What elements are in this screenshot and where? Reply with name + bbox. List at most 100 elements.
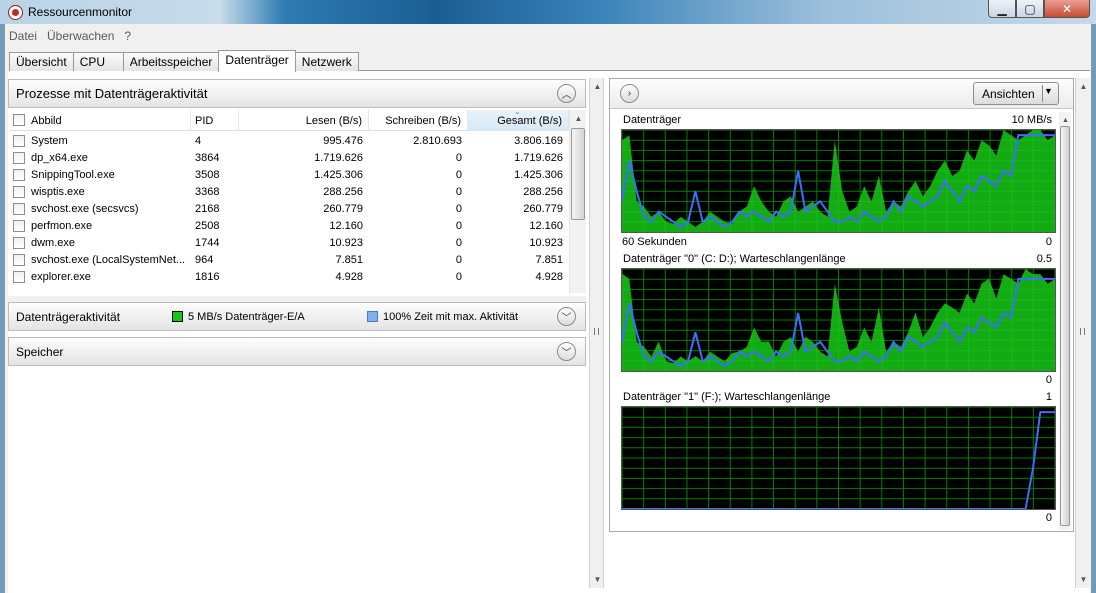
table-row[interactable]: wisptis.exe 3368 288.256 0 288.256 [9,184,569,201]
graph-scrollbar[interactable]: ▲ [1059,112,1071,530]
column-image[interactable]: Abbild [31,110,191,131]
row-checkbox[interactable] [13,135,25,147]
table-row[interactable]: System 4 995.476 2.810.693 3.806.169 [9,133,569,150]
storage-section-header[interactable]: Speicher ﹀ [8,337,586,366]
row-checkbox[interactable] [13,186,25,198]
views-dropdown-button[interactable]: Ansichten ▼ [973,82,1059,105]
cell-total: 3.806.169 [514,135,563,147]
cell-pid: 1744 [195,237,220,249]
graph-disk-max: 10 MB/s [1011,114,1052,126]
scroll-up-icon[interactable]: ▲ [1075,78,1092,95]
cell-write: 0 [455,203,462,215]
cell-pid: 964 [195,254,214,266]
active-time-legend-label: 100% Zeit mit max. Aktivität [383,311,519,323]
graph-disk0-min: 0 [1045,374,1052,386]
table-row[interactable]: svchost.exe (secsvcs) 2168 260.779 0 260.779 [9,201,569,218]
column-write[interactable]: Schreiben (B/s) [369,110,468,131]
scroll-down-icon[interactable]: ▼ [1075,571,1092,588]
sort-descending-icon: ⌄ [514,107,521,116]
graph-disk0-title: Datenträger "0" (C: D:); Warteschlangenl… [623,253,846,265]
table-row[interactable]: perfmon.exe 2508 12.160 0 12.160 [9,218,569,235]
minimize-button[interactable]: ▁ [988,0,1016,18]
disk-activity-expand-button[interactable]: ﹀ [557,307,576,326]
graph-disk1-title: Datenträger "1" (F:); Warteschlangenläng… [623,391,831,403]
chevron-down-icon: ﹀ [561,348,572,359]
pane-splitter[interactable]: ▲ ▼ [589,78,604,588]
views-button-separator [1042,85,1043,102]
storage-expand-button[interactable]: ﹀ [557,342,576,361]
cell-read: 288.256 [323,186,363,198]
row-checkbox[interactable] [13,271,25,283]
menu-monitor[interactable]: Überwachen [42,26,119,46]
cell-write: 2.810.693 [413,135,462,147]
cell-total: 7.851 [535,254,563,266]
graph-panel-toggle-button[interactable]: › [620,84,639,103]
row-checkbox[interactable] [13,254,25,266]
resource-monitor-app-icon[interactable] [8,5,23,20]
table-row[interactable]: SnippingTool.exe 3508 1.425.306 0 1.425.306 [9,167,569,184]
cell-pid: 3368 [195,186,220,198]
menu-bar: Datei Überwachen ? [4,26,1088,46]
graph-disk-min: 0 [1045,236,1052,248]
views-button-label: Ansichten [982,87,1035,101]
tab-memory[interactable]: Arbeitsspeicher [122,52,220,72]
chevron-down-icon: ﹀ [561,313,572,324]
scroll-up-icon[interactable]: ▲ [589,78,606,95]
title-bar [0,0,1096,24]
cell-read: 7.851 [335,254,363,266]
column-pid[interactable]: PID [195,110,239,131]
cell-read: 260.779 [323,203,363,215]
processes-section-header[interactable]: Prozesse mit Datenträgeraktivität ︿ [8,79,586,108]
process-table-scrollbar[interactable]: ▲ [569,110,586,293]
processes-section-title: Prozesse mit Datenträgeraktivität [16,86,208,101]
maximize-button[interactable]: ▢ [1016,0,1044,18]
cell-read: 10.923 [329,237,363,249]
tab-overview[interactable]: Übersicht [9,52,74,72]
row-checkbox[interactable] [13,220,25,232]
graph-disk-io-plot [622,130,1055,232]
graph-disk0-max: 0.5 [1036,253,1052,265]
row-checkbox[interactable] [13,237,25,249]
graph-scroll-thumb[interactable] [1060,126,1070,526]
cell-write: 0 [455,220,462,232]
table-row[interactable]: dp_x64.exe 3864 1.719.626 0 1.719.626 [9,150,569,167]
cell-pid: 3864 [195,152,220,164]
tab-network[interactable]: Netzwerk [294,52,359,72]
cell-image: perfmon.exe [31,220,93,232]
cell-total: 260.779 [523,203,563,215]
processes-collapse-button[interactable]: ︿ [557,84,576,103]
row-checkbox[interactable] [13,152,25,164]
row-checkbox[interactable] [13,203,25,215]
graph-disk-io [621,129,1056,233]
process-table-scroll-thumb[interactable] [571,128,585,220]
graph-disk1-queue [621,406,1056,510]
menu-file[interactable]: Datei [4,26,42,46]
cell-write: 0 [455,237,462,249]
cell-image: explorer.exe [31,271,91,283]
active-time-legend-swatch [367,311,378,322]
window-title: Ressourcenmonitor [28,5,133,19]
table-row[interactable]: explorer.exe 1816 4.928 0 4.928 [9,269,569,286]
tab-cpu[interactable]: CPU [72,52,124,72]
disk-activity-section-header[interactable]: Datenträgeraktivität 5 MB/s Datenträger-… [8,302,586,331]
table-row[interactable]: dwm.exe 1744 10.923 0 10.923 [9,235,569,252]
scroll-down-icon[interactable]: ▼ [589,571,606,588]
table-row[interactable]: svchost.exe (LocalSystemNet... 964 7.851 0 7… [9,252,569,269]
graph-disk-timespan: 60 Sekunden [622,236,687,248]
close-button[interactable]: ✕ [1044,0,1090,18]
cell-read: 4.928 [335,271,363,283]
tab-disk[interactable]: Datenträger [218,50,296,72]
select-all-checkbox[interactable] [13,114,25,126]
splitter-grip-icon [594,328,599,335]
cell-pid: 1816 [195,271,220,283]
cell-read: 1.425.306 [314,169,363,181]
scroll-up-icon[interactable]: ▲ [570,110,587,127]
menu-help[interactable]: ? [119,26,136,46]
column-read[interactable]: Lesen (B/s) [239,110,369,131]
row-checkbox[interactable] [13,169,25,181]
cell-pid: 3508 [195,169,220,181]
chevron-down-icon[interactable]: ▼ [1044,86,1053,96]
cell-image: System [31,135,68,147]
graph-disk0-queue [621,268,1056,372]
right-scrollbar[interactable]: ▲ ▼ [1075,78,1090,588]
